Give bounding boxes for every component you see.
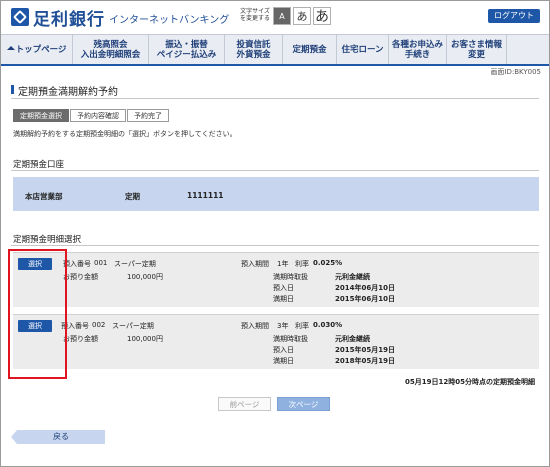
nav-item-investment[interactable]: 投資信託 外貨預金 [225, 35, 283, 64]
browser-frame: 足利銀行 インターネットバンキング 文字サイズを変更する A あ あ ログアウト… [0, 0, 550, 467]
product-name: スーパー定期 [112, 322, 154, 330]
deposit-date-label: 預入日 [273, 284, 294, 292]
screen-id: 画面ID:BKY005 [490, 68, 541, 76]
home-icon [6, 45, 15, 50]
font-size-small-button[interactable]: A [273, 7, 291, 25]
instruction-text: 満期解約予約をする定期預金明細の「選択」ボタンを押してください。 [13, 130, 237, 138]
amount-label: お預り金額 [63, 335, 98, 343]
period-value: 3年 [277, 322, 289, 330]
amount-value: 100,000円 [127, 273, 163, 281]
title-accent [11, 85, 14, 94]
rate-label: 利率 [295, 260, 309, 268]
prev-page-button[interactable]: 前ページ [218, 397, 271, 411]
account-section-title: 定期預金口座 [13, 160, 65, 170]
deposits-section-divider [11, 245, 539, 246]
maturity-date-label: 満期日 [273, 295, 294, 303]
rate-value: 0.030% [313, 321, 343, 329]
maturity-method-label: 満期時取扱 [273, 335, 308, 343]
rate-value: 0.025% [313, 259, 343, 267]
back-button[interactable]: 戻る [11, 430, 105, 444]
deposits-section-title: 定期預金明細選択 [13, 235, 82, 245]
account-type: 定期 [125, 192, 140, 201]
page-title: 定期預金満期解約予約 [18, 87, 118, 98]
bank-subtitle: インターネットバンキング [109, 15, 230, 26]
logout-button[interactable]: ログアウト [488, 9, 540, 23]
nav-item-top[interactable]: トップページ [1, 35, 73, 64]
nav-item-applications[interactable]: 各種お申込み 手続き [389, 35, 447, 64]
deposit-date-label: 預入日 [273, 346, 294, 354]
nav-item-housing-loan[interactable]: 住宅ローン [337, 35, 389, 64]
amount-value: 100,000円 [127, 335, 163, 343]
deposit-no: 001 [94, 259, 108, 267]
period-label: 預入期間 [241, 260, 269, 268]
font-size-medium-button[interactable]: あ [293, 7, 311, 25]
step-indicator: 定期預金選択 予約内容確認 予約完了 [13, 109, 169, 122]
nav-item-time-deposit[interactable]: 定期預金 [283, 35, 337, 64]
maturity-date-value: 2018年05月19日 [335, 357, 395, 365]
deposit-date-value: 2015年05月19日 [335, 346, 395, 354]
account-box: 本店営業部 定期 1111111 [13, 177, 539, 211]
deposit-row: 選択 預入番号 002 スーパー定期 お預り金額 100,000円 預入期間 3… [13, 314, 539, 369]
deposit-no: 002 [92, 321, 106, 329]
rate-label: 利率 [295, 322, 309, 330]
maturity-method-value: 元利金継続 [335, 335, 370, 343]
period-value: 1年 [277, 260, 289, 268]
nav-item-transfer[interactable]: 振込・振替 ペイジー払込み [149, 35, 225, 64]
account-number: 1111111 [187, 191, 224, 200]
step-confirm: 予約内容確認 [70, 109, 126, 122]
next-page-button[interactable]: 次ページ [277, 397, 330, 411]
font-size-large-button[interactable]: あ [313, 7, 331, 25]
step-complete: 予約完了 [127, 109, 169, 122]
bank-logo-icon [11, 8, 29, 26]
header: 足利銀行 インターネットバンキング 文字サイズを変更する A あ あ ログアウト [1, 1, 549, 31]
deposit-date-value: 2014年06月10日 [335, 284, 395, 292]
amount-label: お預り金額 [63, 273, 98, 281]
bank-name: 足利銀行 [33, 10, 105, 30]
nav-label-top: トップページ [15, 44, 67, 55]
select-column-highlight [8, 249, 67, 379]
as-of-timestamp: 05月19日12時05分時点の定期預金明細 [405, 378, 535, 386]
nav-item-balance[interactable]: 残高照会 入出金明細照会 [73, 35, 149, 64]
deposit-row: 選択 預入番号 001 スーパー定期 お預り金額 100,000円 預入期間 1… [13, 252, 539, 307]
deposit-no-label: 預入番号 [63, 260, 91, 268]
maturity-date-value: 2015年06月10日 [335, 295, 395, 303]
nav-item-customer-info[interactable]: お客さま情報 変更 [447, 35, 507, 64]
period-label: 預入期間 [241, 322, 269, 330]
account-branch: 本店営業部 [25, 192, 63, 201]
product-name: スーパー定期 [114, 260, 156, 268]
account-section-divider [11, 170, 539, 171]
font-size-label: 文字サイズを変更する [239, 8, 270, 22]
title-divider [11, 98, 539, 99]
maturity-method-label: 満期時取扱 [273, 273, 308, 281]
step-select: 定期預金選択 [13, 109, 69, 122]
maturity-date-label: 満期日 [273, 357, 294, 365]
main-nav: トップページ 残高照会 入出金明細照会 振込・振替 ペイジー払込み 投資信託 外… [1, 34, 549, 66]
maturity-method-value: 元利金継続 [335, 273, 370, 281]
